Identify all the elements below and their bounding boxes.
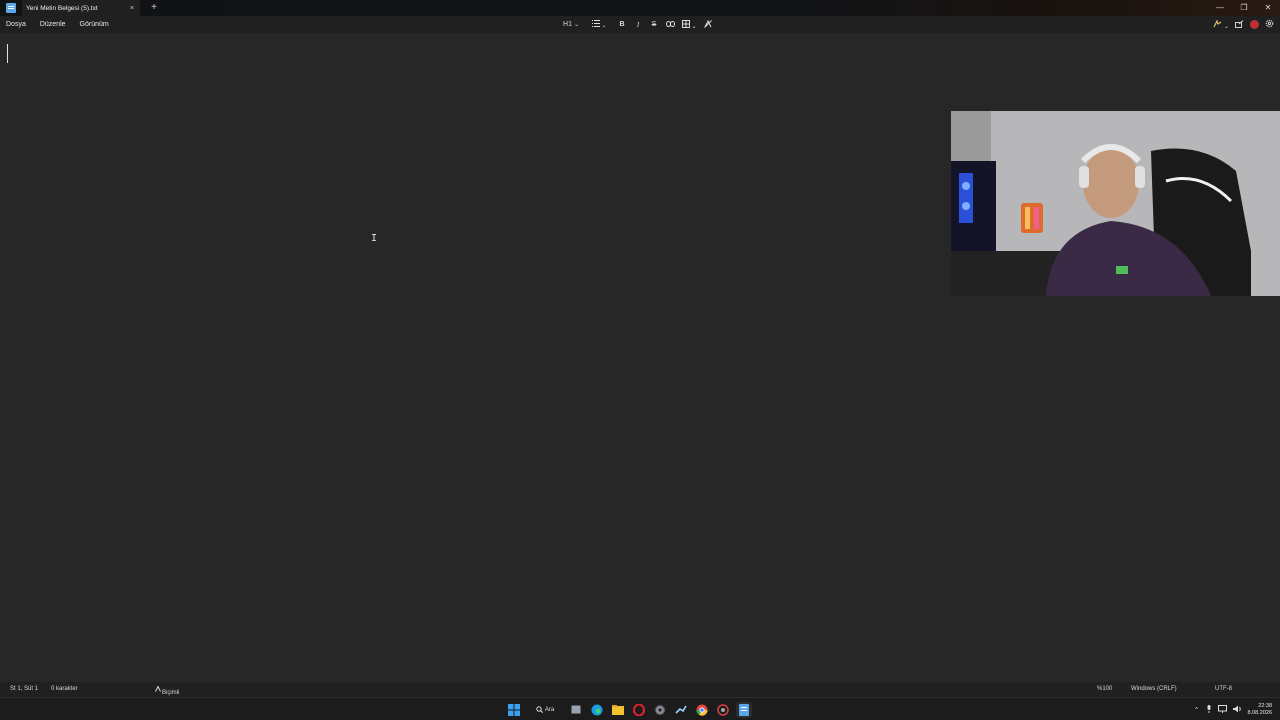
italic-button[interactable]: I bbox=[630, 21, 646, 29]
chevron-down-icon: ⌄ bbox=[601, 23, 607, 29]
chevron-down-icon: ⌄ bbox=[691, 23, 697, 30]
encoding[interactable]: UTF-8 bbox=[1215, 686, 1232, 692]
minimize-button[interactable]: — bbox=[1208, 0, 1232, 16]
heading-dropdown[interactable]: H1 ⌄ bbox=[560, 21, 582, 28]
menu-file[interactable]: Dosya bbox=[0, 21, 32, 28]
character-count: 0 karakter bbox=[51, 686, 78, 692]
clock-time: 22:38 bbox=[1258, 702, 1272, 709]
menu-bar: Dosya Düzenle Görünüm H1 ⌄ ⌄ B I S ⌄ ⌄ bbox=[0, 16, 1280, 33]
bold-button[interactable]: B bbox=[614, 21, 630, 28]
share-icon bbox=[1235, 19, 1244, 28]
volume-icon[interactable] bbox=[1232, 705, 1242, 715]
edge-icon bbox=[591, 704, 603, 715]
notepad-taskbar-button[interactable] bbox=[736, 701, 752, 718]
table-icon bbox=[681, 19, 690, 28]
folder-icon bbox=[612, 704, 624, 715]
file-explorer-button[interactable] bbox=[610, 702, 626, 718]
tab-document[interactable]: Yeni Metin Belgesi (5).txt × bbox=[22, 0, 140, 16]
link-icon bbox=[665, 20, 675, 27]
gear-icon bbox=[1265, 19, 1274, 28]
format-mode-label: Biçimli bbox=[162, 690, 180, 696]
taskbar-apps: Ara bbox=[506, 701, 752, 718]
chevron-down-icon: ⌄ bbox=[1223, 23, 1229, 30]
webcam-overlay bbox=[951, 111, 1280, 296]
microphone-glyph bbox=[1207, 704, 1211, 713]
strikethrough-button[interactable]: S bbox=[646, 21, 662, 28]
taskbar-search[interactable]: Ara bbox=[527, 702, 563, 718]
formatting-toolbar: H1 ⌄ ⌄ B I S ⌄ bbox=[560, 16, 716, 33]
format-mode[interactable]: Biçimli bbox=[155, 685, 179, 696]
task-view-icon bbox=[571, 705, 581, 714]
account-avatar[interactable] bbox=[1250, 20, 1259, 29]
webcam-image bbox=[951, 111, 1280, 296]
gear-icon bbox=[654, 704, 666, 715]
window-controls: — ❐ ✕ bbox=[1208, 0, 1280, 16]
clear-formatting-icon bbox=[704, 19, 712, 28]
opera-icon bbox=[633, 703, 645, 716]
start-button[interactable] bbox=[506, 702, 522, 718]
clock-date: 8.08.2026 bbox=[1247, 709, 1272, 716]
tab-close-button[interactable]: × bbox=[130, 5, 134, 12]
chevron-up-icon[interactable]: ⌃ bbox=[1194, 706, 1200, 714]
system-tray: ⌃ 22:38 8.08.2026 bbox=[1194, 701, 1272, 718]
line-ending[interactable]: Windows (CRLF) bbox=[1131, 686, 1177, 692]
formatting-icon bbox=[155, 685, 161, 692]
maximize-button[interactable]: ❐ bbox=[1232, 0, 1256, 16]
network-icon[interactable] bbox=[1217, 704, 1227, 715]
clock[interactable]: 22:38 8.08.2026 bbox=[1248, 703, 1272, 717]
table-dropdown[interactable]: ⌄ bbox=[678, 19, 700, 30]
text-caret bbox=[7, 44, 8, 63]
taskbar: Ara ⌃ 22:38 8.08.2026 bbox=[0, 697, 1280, 720]
close-window-button[interactable]: ✕ bbox=[1256, 0, 1280, 16]
ibeam-cursor-icon: I bbox=[371, 233, 378, 244]
windows-icon bbox=[508, 703, 520, 716]
heading-label: H1 bbox=[563, 21, 572, 28]
steam-icon bbox=[675, 705, 687, 714]
edge-button[interactable] bbox=[589, 702, 605, 718]
chevron-down-icon: ⌄ bbox=[573, 22, 579, 28]
task-view-button[interactable] bbox=[568, 702, 584, 718]
microphone-icon[interactable] bbox=[1206, 704, 1212, 715]
speaker-glyph bbox=[1232, 705, 1241, 712]
circle-app-icon bbox=[717, 703, 729, 716]
settings-button[interactable] bbox=[1265, 19, 1274, 30]
search-icon bbox=[536, 706, 543, 713]
opera-button[interactable] bbox=[631, 702, 647, 718]
menu-view[interactable]: Görünüm bbox=[72, 21, 115, 28]
notepad-icon bbox=[739, 703, 749, 716]
app-button-gear[interactable] bbox=[652, 702, 668, 718]
link-button[interactable] bbox=[662, 20, 678, 29]
title-bar: Yeni Metin Belgesi (5).txt × + — ❐ ✕ bbox=[0, 0, 1280, 16]
zoom-level[interactable]: %100 bbox=[1097, 686, 1112, 692]
list-icon bbox=[591, 20, 600, 27]
new-tab-button[interactable]: + bbox=[146, 0, 162, 16]
monitor-glyph bbox=[1217, 704, 1227, 713]
app-button-circle[interactable] bbox=[715, 702, 731, 718]
tab-title: Yeni Metin Belgesi (5).txt bbox=[26, 4, 98, 12]
right-toolbar: ⌄ bbox=[1213, 16, 1274, 33]
copilot-icon bbox=[1213, 18, 1222, 27]
list-dropdown[interactable]: ⌄ bbox=[588, 20, 610, 29]
clear-formatting-button[interactable] bbox=[700, 19, 716, 30]
chrome-icon bbox=[696, 704, 708, 716]
share-button[interactable] bbox=[1235, 19, 1244, 30]
copilot-button[interactable]: ⌄ bbox=[1213, 18, 1229, 30]
chrome-button[interactable] bbox=[694, 702, 710, 718]
cursor-position: St 1, Süt 1 bbox=[10, 686, 39, 692]
status-bar: St 1, Süt 1 0 karakter Biçimli %100 Wind… bbox=[0, 682, 1280, 697]
notepad-icon bbox=[6, 3, 16, 13]
menu-edit[interactable]: Düzenle bbox=[32, 21, 72, 28]
search-label: Ara bbox=[544, 706, 555, 713]
steam-button[interactable] bbox=[673, 702, 689, 718]
